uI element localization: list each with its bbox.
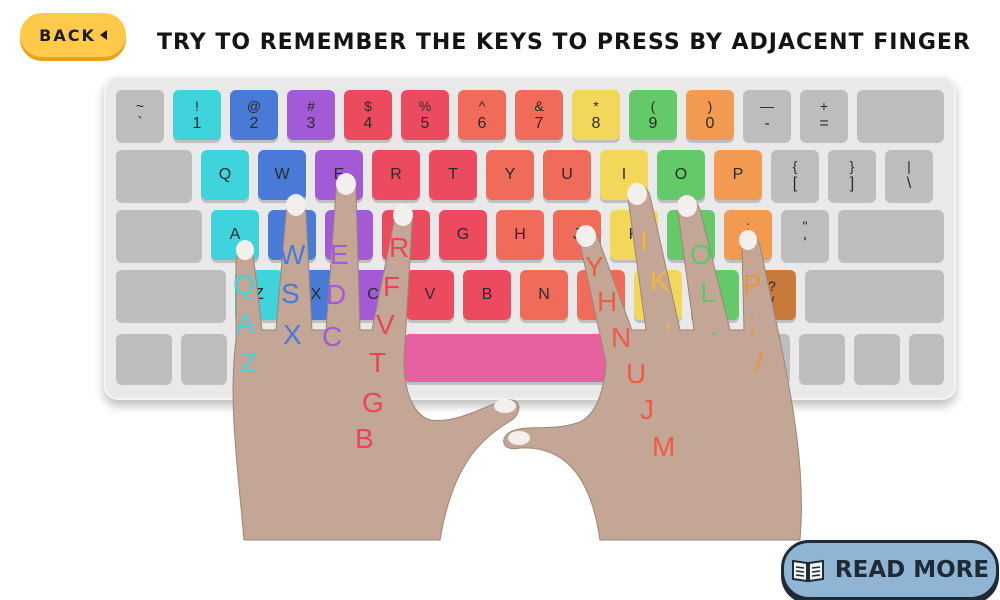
finger-letter: L xyxy=(700,277,716,308)
book-icon xyxy=(791,559,824,583)
finger-letter: D xyxy=(326,279,346,310)
finger-letter: ; xyxy=(748,307,756,338)
finger-letter: F xyxy=(383,271,400,302)
read-more-button[interactable]: READ MORE xyxy=(781,540,999,600)
finger-letter: R xyxy=(389,232,409,263)
finger-letter: B xyxy=(355,423,374,454)
finger-letter: N xyxy=(611,322,631,353)
finger-letter: O xyxy=(690,239,712,270)
finger-letter: I xyxy=(640,225,648,256)
finger-letter: Q xyxy=(233,269,255,300)
finger-letter: E xyxy=(330,239,349,270)
finger-letter: T xyxy=(369,347,386,378)
finger-letter: / xyxy=(755,347,763,378)
finger-letter: H xyxy=(597,286,617,317)
finger-letter: X xyxy=(283,319,302,350)
finger-letter: K xyxy=(650,265,669,296)
read-more-label: READ MORE xyxy=(834,557,990,583)
finger-letter: , xyxy=(664,301,672,332)
finger-letter: W xyxy=(279,239,306,270)
finger-letter: U xyxy=(626,358,646,389)
finger-letter: C xyxy=(322,321,342,352)
finger-letter: M xyxy=(652,431,675,462)
finger-letter: P xyxy=(743,269,762,300)
finger-letter: S xyxy=(281,278,300,309)
finger-letter: G xyxy=(362,387,384,418)
finger-letter: A xyxy=(236,308,255,339)
finger-letter: Z xyxy=(240,347,257,378)
hands-illustration: Q A Z W S X E D C R F V T G B Y H N U J … xyxy=(232,173,802,541)
finger-letter: Y xyxy=(585,251,604,282)
finger-letter: V xyxy=(376,309,395,340)
finger-letter: . xyxy=(710,310,718,341)
finger-letter: J xyxy=(640,394,654,425)
